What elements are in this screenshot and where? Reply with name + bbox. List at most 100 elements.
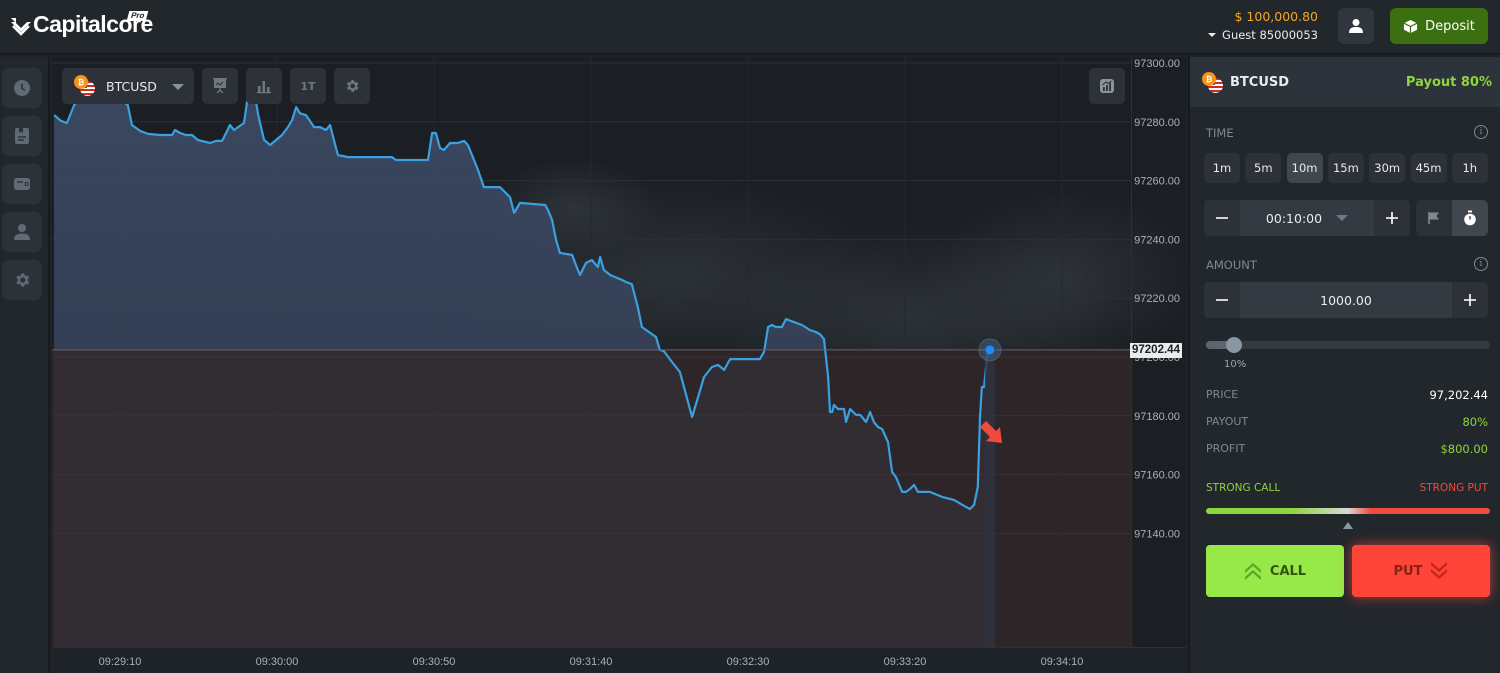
call-label: CALL	[1269, 563, 1307, 579]
profile-button[interactable]	[1338, 8, 1374, 44]
timeframe-button[interactable]: 1T	[290, 68, 326, 104]
chevron-down-icon	[172, 84, 184, 90]
time-preset-5m[interactable]: 5m	[1245, 153, 1282, 183]
fixed-time-button[interactable]	[1416, 200, 1452, 236]
receipt-icon	[15, 128, 29, 144]
account-name: Guest 85000053	[1222, 28, 1318, 42]
panel-payout: Payout 80%	[1405, 75, 1492, 90]
caret-down-icon	[1208, 33, 1217, 37]
sidebar-item-profile[interactable]	[2, 212, 42, 252]
time-preset-15m[interactable]: 15m	[1327, 153, 1364, 183]
logo-pro-badge: Pro	[126, 11, 149, 21]
y-tick-label: 97140.00	[1134, 528, 1180, 540]
amount-increase-button[interactable]	[1452, 282, 1488, 318]
logo-mark-icon	[11, 17, 31, 36]
user-icon	[14, 224, 30, 240]
y-tick-label: 97160.00	[1134, 470, 1180, 482]
sentiment-bar	[1206, 508, 1490, 514]
x-tick-label: 09:30:00	[256, 656, 299, 668]
price-value: 97,202.44	[1429, 388, 1488, 402]
account-balance[interactable]: $ 100,000.80 Guest 85000053	[1208, 9, 1318, 42]
chevron-down-icon	[1336, 215, 1349, 221]
time-preset-10m[interactable]: 10m	[1286, 153, 1323, 183]
time-preset-45m[interactable]: 45m	[1410, 153, 1447, 183]
amount-label: AMOUNT	[1206, 258, 1257, 272]
y-tick-label: 97280.00	[1134, 117, 1180, 129]
cube-icon	[1403, 19, 1418, 33]
presentation-chart-icon	[213, 78, 227, 94]
sidebar-item-history[interactable]	[2, 68, 42, 108]
balance-amount: $ 100,000.80	[1234, 9, 1319, 24]
panel-header: ₿ BTCUSD Payout 80%	[1190, 57, 1500, 107]
presentation-button[interactable]	[202, 68, 238, 104]
info-icon[interactable]: i	[1474, 125, 1488, 139]
put-label: PUT	[1393, 563, 1423, 579]
amount-input[interactable]: 1000.00	[1240, 282, 1452, 318]
time-preset-1h[interactable]: 1h	[1451, 153, 1488, 183]
profit-label: PROFIT	[1206, 442, 1246, 455]
put-button[interactable]: PUT	[1352, 545, 1490, 597]
time-stepper: 00:10:00	[1204, 200, 1410, 236]
sidebar-item-trades[interactable]	[2, 116, 42, 156]
symbol-select[interactable]: ₿ BTCUSD	[62, 68, 194, 104]
indicators-button[interactable]	[1089, 68, 1125, 104]
chart-type-button[interactable]	[246, 68, 282, 104]
deposit-label: Deposit	[1425, 18, 1475, 34]
x-axis-background	[52, 648, 1186, 673]
x-tick-label: 09:30:50	[413, 656, 456, 668]
time-increase-button[interactable]	[1374, 200, 1410, 236]
strong-call-label: STRONG CALL	[1206, 482, 1281, 494]
x-tick-label: 09:32:30	[727, 656, 770, 668]
profit-value: $800.00	[1440, 442, 1488, 456]
stopwatch-icon	[1464, 210, 1476, 226]
strong-put-label: STRONG PUT	[1419, 482, 1488, 494]
amount-slider[interactable]	[1206, 337, 1490, 353]
time-value[interactable]: 00:10:00	[1240, 200, 1374, 236]
minus-icon	[1216, 217, 1228, 219]
current-price-label: 97202.44	[1130, 342, 1182, 358]
clock-icon	[14, 80, 30, 96]
deposit-button[interactable]: Deposit	[1390, 8, 1488, 44]
chart-canvas[interactable]: 97320.0097300.0097280.0097260.0097240.00…	[52, 57, 1186, 673]
payout-label: PAYOUT	[1206, 415, 1249, 428]
current-point-dot	[985, 345, 995, 355]
bar-chart-icon	[257, 81, 271, 94]
top-bar: Capitalcore Pro $ 100,000.80 Guest 85000…	[0, 0, 1500, 55]
y-tick-label: 97240.00	[1134, 234, 1180, 246]
x-tick-label: 09:33:20	[884, 656, 927, 668]
wallet-icon	[14, 178, 30, 190]
double-chevron-down-icon	[1431, 562, 1448, 579]
current-time-band	[984, 349, 995, 647]
account-selector[interactable]: Guest 85000053	[1208, 28, 1318, 42]
slider-percent-label: 10%	[1224, 359, 1247, 370]
chart-settings-button[interactable]	[334, 68, 370, 104]
left-sidebar	[0, 57, 50, 673]
time-preset-30m[interactable]: 30m	[1369, 153, 1406, 183]
timer-button[interactable]	[1452, 200, 1488, 236]
y-tick-label: 97180.00	[1134, 411, 1180, 423]
symbol-label: BTCUSD	[106, 78, 157, 94]
gear-icon	[346, 80, 359, 92]
y-tick-label: 97300.00	[1134, 58, 1180, 70]
time-preset-1m[interactable]: 1m	[1204, 153, 1240, 183]
plus-icon	[1464, 294, 1476, 306]
bitcoin-icon: ₿	[1202, 72, 1216, 86]
info-icon[interactable]: i	[1474, 257, 1488, 271]
sidebar-item-wallet[interactable]	[2, 164, 42, 204]
amount-decrease-button[interactable]	[1204, 282, 1240, 318]
slider-thumb[interactable]	[1226, 337, 1243, 353]
time-value-text: 00:10:00	[1265, 210, 1323, 226]
payout-value: 80%	[1462, 415, 1488, 429]
call-button[interactable]: CALL	[1206, 545, 1344, 597]
y-axis: 97320.0097300.0097280.0097260.0097240.00…	[1134, 58, 1180, 540]
amount-stepper: 1000.00	[1204, 282, 1488, 318]
sidebar-item-settings[interactable]	[2, 260, 42, 300]
logo[interactable]: Capitalcore Pro	[10, 11, 153, 38]
price-chart[interactable]: 97320.0097300.0097280.0097260.0097240.00…	[52, 57, 1186, 673]
price-label: PRICE	[1206, 388, 1239, 401]
x-tick-label: 09:29:10	[99, 656, 142, 668]
double-chevron-up-icon	[1244, 563, 1261, 580]
trade-panel: ₿ BTCUSD Payout 80% TIME i 1m 5m 10m 15m 30m…	[1188, 57, 1500, 673]
time-decrease-button[interactable]	[1204, 200, 1240, 236]
plus-icon	[1386, 212, 1398, 224]
